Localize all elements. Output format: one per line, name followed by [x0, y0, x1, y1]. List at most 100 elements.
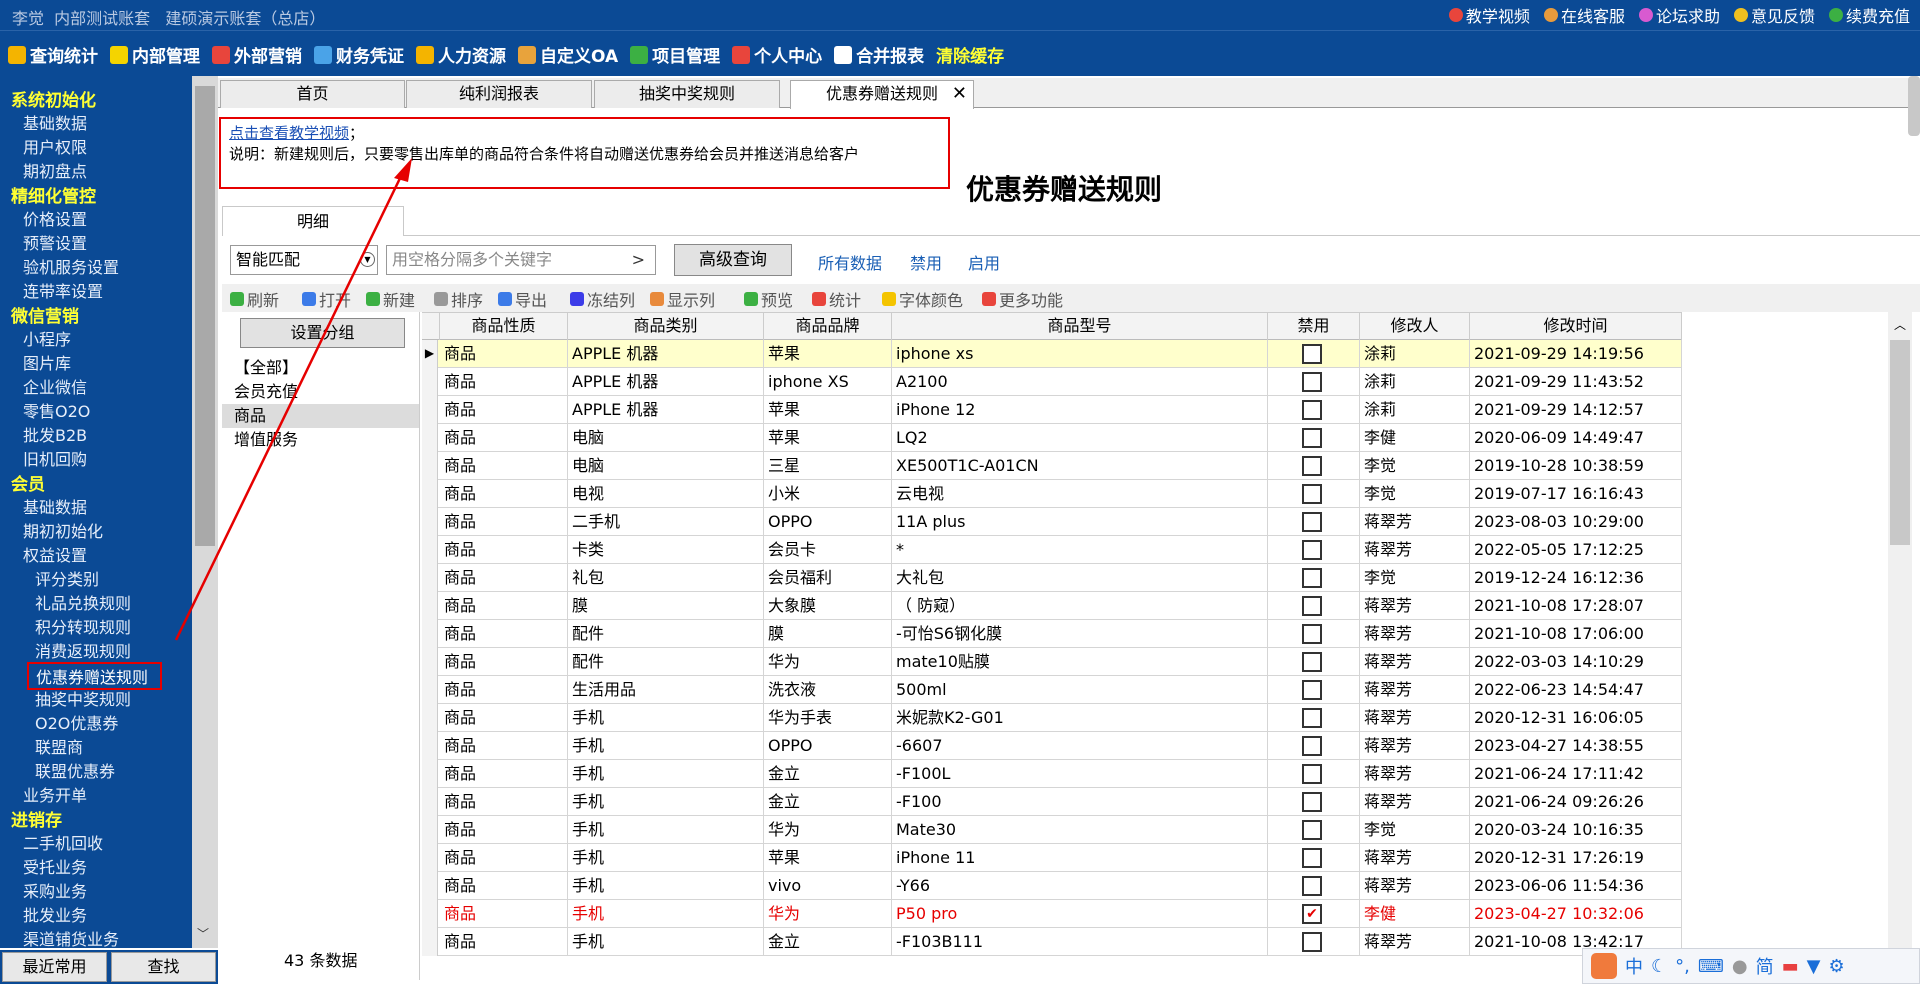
toolbar-more-button[interactable]: 更多功能 — [982, 287, 1063, 311]
menu-item-7[interactable]: 个人中心 — [732, 42, 822, 67]
toolbar-sort-button[interactable]: 排序 — [434, 287, 483, 311]
toolbar-refresh-button[interactable]: 刷新 — [230, 287, 279, 311]
group-item[interactable]: 增值服务 — [222, 428, 419, 452]
chevron-down-icon[interactable]: ﹀ — [197, 925, 209, 942]
sidebar-item[interactable]: 图片库 — [23, 350, 71, 374]
disabled-checkbox[interactable] — [1302, 652, 1322, 672]
find-button[interactable]: 查找 — [111, 952, 216, 982]
disabled-checkbox[interactable] — [1302, 344, 1322, 364]
sidebar-item[interactable]: 基础数据 — [23, 110, 87, 134]
table-row[interactable]: 商品 配件 华为 mate10贴膜 蒋翠芳 2022-03-03 14:10:29 — [422, 648, 1682, 676]
sidebar-item[interactable]: 小程序 — [23, 326, 71, 350]
ime-simplified-mode[interactable]: 简 — [1756, 953, 1774, 979]
top-link-2[interactable]: 论坛求助 — [1638, 3, 1720, 27]
disabled-checkbox[interactable] — [1302, 624, 1322, 644]
sidebar-subitem[interactable]: 礼品兑换规则 — [35, 590, 131, 614]
sidebar-subitem[interactable]: 联盟优惠券 — [35, 758, 115, 782]
close-icon[interactable]: ✕ — [952, 81, 967, 107]
table-row[interactable]: 商品 手机 苹果 iPhone 11 蒋翠芳 2020-12-31 17:26:19 — [422, 844, 1682, 872]
table-row[interactable]: 商品 手机 华为手表 米妮款K2-G01 蒋翠芳 2020-12-31 16:06:05 — [422, 704, 1682, 732]
disabled-checkbox[interactable] — [1302, 876, 1322, 896]
sidebar-heading[interactable]: 进销存 — [11, 806, 62, 831]
filter-enabled[interactable]: 启用 — [968, 250, 1000, 274]
sidebar-item[interactable]: 批发B2B — [23, 422, 87, 446]
sidebar-subitem[interactable]: 消费返现规则 — [35, 638, 131, 662]
sidebar-item[interactable]: 期初初始化 — [23, 518, 103, 542]
disabled-checkbox[interactable] — [1302, 400, 1322, 420]
toolbar-columns-button[interactable]: 显示列 — [650, 287, 715, 311]
group-item[interactable]: 商品 — [222, 404, 419, 428]
disabled-checkbox[interactable] — [1302, 456, 1322, 476]
table-row[interactable]: 商品 手机 OPPO -6607 蒋翠芳 2023-04-27 14:38:55 — [422, 732, 1682, 760]
menu-item-3[interactable]: 财务凭证 — [314, 42, 404, 67]
tab-net-profit[interactable]: 纯利润报表 — [406, 80, 592, 108]
sidebar-heading[interactable]: 微信营销 — [11, 302, 79, 327]
table-row[interactable]: 商品 生活用品 洗衣液 500ml 蒋翠芳 2022-06-23 14:54:47 — [422, 676, 1682, 704]
column-header[interactable]: 修改人 — [1360, 313, 1470, 341]
column-header[interactable]: 商品性质 — [440, 313, 568, 341]
table-row[interactable]: 商品 手机 vivo -Y66 蒋翠芳 2023-06-06 11:54:36 — [422, 872, 1682, 900]
sidebar-scroll-thumb[interactable] — [195, 86, 215, 546]
sidebar-item[interactable]: 验机服务设置 — [23, 254, 119, 278]
sidebar-item[interactable]: 连带率设置 — [23, 278, 103, 302]
group-item[interactable]: 【全部】 — [222, 356, 419, 380]
ime-logo-icon[interactable] — [1591, 953, 1617, 979]
sidebar-item[interactable]: 旧机回购 — [23, 446, 87, 470]
toolbar-export-button[interactable]: 导出 — [498, 287, 547, 311]
sidebar-item[interactable]: 渠道铺货业务 — [23, 926, 119, 948]
disabled-checkbox[interactable] — [1302, 792, 1322, 812]
page-scrollbar[interactable] — [1908, 76, 1920, 136]
sidebar-item[interactable]: 批发业务 — [23, 902, 87, 926]
disabled-checkbox[interactable] — [1302, 428, 1322, 448]
skin-icon[interactable]: ▼ — [1807, 956, 1821, 977]
punctuation-icon[interactable]: °, — [1675, 956, 1690, 977]
disabled-checkbox[interactable] — [1302, 848, 1322, 868]
top-link-1[interactable]: 在线客服 — [1543, 3, 1625, 27]
sidebar-item[interactable]: 用户权限 — [23, 134, 87, 158]
sidebar-heading[interactable]: 系统初始化 — [11, 86, 96, 111]
grid-scroll-thumb[interactable] — [1890, 340, 1910, 545]
table-row[interactable]: 商品 配件膜 -可怡S6钢化膜 蒋翠芳 2021-10-08 17:06:00 — [422, 620, 1682, 648]
table-row[interactable]: 商品 二手机 OPPO 11A plus 蒋翠芳 2023-08-03 10:29:00 — [422, 508, 1682, 536]
sidebar-item[interactable]: 预警设置 — [23, 230, 87, 254]
user-icon[interactable]: ● — [1732, 956, 1748, 977]
column-header[interactable]: 禁用 — [1268, 313, 1360, 341]
tab-detail[interactable]: 明细 — [222, 206, 404, 237]
filter-disabled[interactable]: 禁用 — [910, 250, 942, 274]
disabled-checkbox[interactable] — [1302, 736, 1322, 756]
menu-item-8[interactable]: 合并报表 — [834, 42, 924, 67]
menu-item-1[interactable]: 内部管理 — [110, 42, 200, 67]
disabled-checkbox[interactable] — [1302, 932, 1322, 952]
sidebar-item[interactable]: 业务开单 — [23, 782, 87, 806]
table-row[interactable]: 商品 电视 小米 云电视 李觉 2019-07-17 16:16:43 — [422, 480, 1682, 508]
top-link-3[interactable]: 意见反馈 — [1733, 3, 1815, 27]
keyword-input[interactable]: 用空格分隔多个关键字 > — [386, 245, 656, 275]
sidebar-item[interactable]: 权益设置 — [23, 542, 87, 566]
tutorial-video-link[interactable]: 点击查看教学视频 — [229, 124, 349, 142]
disabled-checkbox[interactable] — [1302, 568, 1322, 588]
sidebar-item[interactable]: 基础数据 — [23, 494, 87, 518]
table-row[interactable]: ▶ 商品 APPLE 机器 苹果 iphone xs 涂莉 2021-09-29 14:19… — [422, 340, 1682, 368]
toolbar-font-color-button[interactable]: 字体颜色 — [882, 287, 963, 311]
disabled-checkbox[interactable] — [1302, 512, 1322, 532]
keyword-arrow-icon[interactable]: > — [632, 246, 645, 274]
sidebar-scrollbar[interactable]: ﹀ — [192, 76, 218, 948]
disabled-checkbox[interactable] — [1302, 372, 1322, 392]
sidebar-heading[interactable]: 精细化管控 — [11, 182, 96, 207]
disabled-checkbox[interactable] — [1302, 764, 1322, 784]
set-group-button[interactable]: 设置分组 — [240, 318, 405, 348]
match-mode-select[interactable]: 智能匹配 ▼ — [230, 245, 378, 275]
menu-item-4[interactable]: 人力资源 — [416, 42, 506, 67]
filter-all-data[interactable]: 所有数据 — [818, 250, 882, 274]
chevron-up-icon[interactable]: ︿ — [1894, 316, 1906, 333]
column-header[interactable]: 商品品牌 — [764, 313, 892, 341]
table-row[interactable]: 商品 电脑 三星 XE500T1C-A01CN 李觉 2019-10-28 10:38:5… — [422, 452, 1682, 480]
sidebar-subitem[interactable]: 联盟商 — [35, 734, 83, 758]
sidebar-item[interactable]: 企业微信 — [23, 374, 87, 398]
sidebar-heading[interactable]: 会员 — [11, 470, 45, 495]
toolbar-preview-button[interactable]: 预览 — [744, 287, 793, 311]
sidebar-subitem[interactable]: 评分类别 — [35, 566, 99, 590]
menu-item-9[interactable]: 清除缓存 — [936, 42, 1004, 67]
table-row[interactable]: 商品 礼包 会员福利 大礼包 李觉 2019-12-24 16:12:36 — [422, 564, 1682, 592]
menu-item-6[interactable]: 项目管理 — [630, 42, 720, 67]
